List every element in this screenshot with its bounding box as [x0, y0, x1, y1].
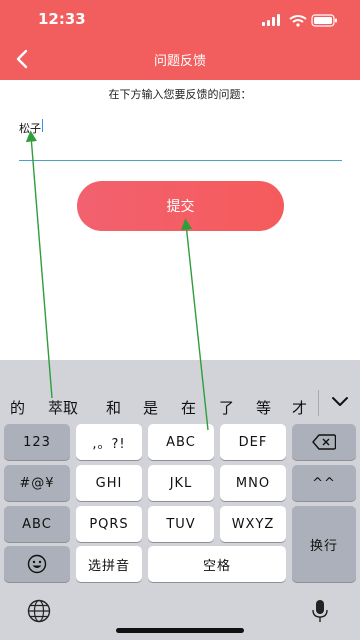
key-mno[interactable]: MNO: [220, 465, 286, 501]
candidate-3[interactable]: 和: [106, 397, 121, 418]
battery-icon: [311, 14, 337, 27]
backspace-icon: [312, 434, 336, 450]
signal-icon: [262, 14, 280, 26]
candidate-1[interactable]: 的: [10, 397, 25, 418]
submit-button[interactable]: 提交: [77, 181, 284, 231]
key-emoticon[interactable]: ^^: [292, 465, 356, 501]
key-wxyz[interactable]: WXYZ: [220, 506, 286, 542]
status-time: 12:33: [38, 10, 86, 28]
return-key[interactable]: 换行: [292, 506, 356, 582]
key-symbols[interactable]: #@¥: [4, 465, 70, 501]
feedback-prompt: 在下方输入您要反馈的问题：: [108, 88, 252, 101]
key-punctuation[interactable]: ,。?!: [76, 424, 142, 460]
input-underline: [19, 160, 342, 161]
candidate-8[interactable]: 才: [292, 397, 307, 418]
home-indicator: [116, 628, 244, 633]
key-ghi[interactable]: GHI: [76, 465, 142, 501]
key-pinyin-select[interactable]: 选拼音: [76, 546, 142, 582]
page-title: 问题反馈: [153, 54, 206, 69]
emoji-key[interactable]: [4, 546, 70, 582]
chevron-left-icon[interactable]: [10, 45, 34, 73]
candidate-divider: [318, 390, 319, 416]
status-icons: [262, 14, 337, 27]
globe-icon[interactable]: [26, 598, 52, 624]
candidate-2[interactable]: 萃取: [48, 397, 78, 418]
feedback-input[interactable]: 松子: [19, 120, 41, 136]
wifi-icon: [289, 15, 307, 23]
emoji-icon: [27, 554, 47, 574]
candidate-7[interactable]: 等: [256, 397, 271, 418]
candidate-5[interactable]: 在: [181, 397, 196, 418]
key-english[interactable]: ABC: [4, 506, 70, 542]
key-tuv[interactable]: TUV: [148, 506, 214, 542]
candidate-4[interactable]: 是: [143, 397, 158, 418]
backspace-key[interactable]: [292, 424, 356, 460]
key-abc[interactable]: ABC: [148, 424, 214, 460]
candidate-6[interactable]: 了: [219, 397, 234, 418]
microphone-icon[interactable]: [310, 598, 330, 624]
chevron-down-icon[interactable]: [330, 394, 350, 410]
key-jkl[interactable]: JKL: [148, 465, 214, 501]
text-caret: [42, 119, 43, 132]
key-123[interactable]: 123: [4, 424, 70, 460]
key-pqrs[interactable]: PQRS: [76, 506, 142, 542]
key-def[interactable]: DEF: [220, 424, 286, 460]
annotation-arrow-input: [25, 130, 53, 399]
space-key[interactable]: 空格: [148, 546, 286, 582]
